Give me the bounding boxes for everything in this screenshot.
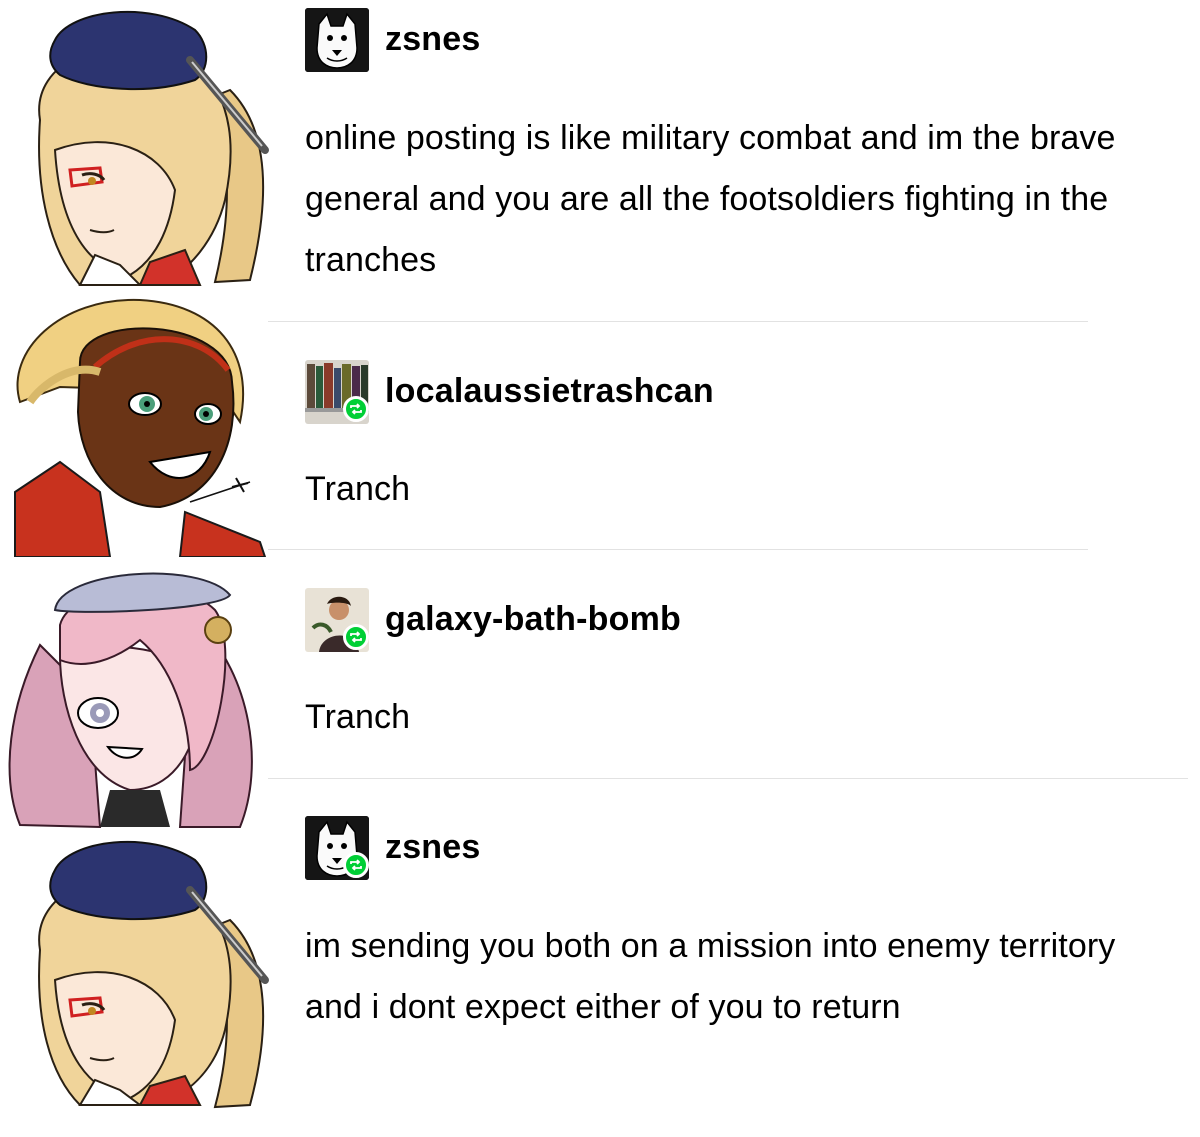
post-divider — [268, 778, 1188, 779]
post-reblog-galaxy-bath-bomb: galaxy-bath-bomb Tranch — [305, 588, 1195, 748]
blonde-general-illustration — [38, 840, 269, 1109]
post-text: im sending you both on a mission into en… — [305, 927, 1116, 1026]
post-reblog-localaussietrashcan: localaussietrashcan Tranch — [305, 360, 1195, 520]
blonde-general-illustration — [38, 10, 269, 286]
cartoon-dog-avatar-icon — [305, 8, 369, 72]
reblog-badge-icon — [343, 396, 369, 422]
reblog-badge-icon — [343, 852, 369, 878]
post-divider — [268, 549, 1088, 550]
post-text: online posting is like military combat a… — [305, 119, 1116, 279]
post-header: localaussietrashcan — [305, 360, 1195, 424]
username[interactable]: zsnes — [385, 20, 481, 59]
reblog-icon — [350, 403, 362, 415]
reblog-icon — [350, 859, 362, 871]
post-header: galaxy-bath-bomb — [305, 588, 1195, 652]
portrait-pink-haired-soldier — [0, 565, 270, 830]
post-text: Tranch — [305, 698, 411, 736]
post-reblog-zsnes-reply: zsnes im sending you both on a mission i… — [305, 816, 1195, 1038]
post-original: zsnes online posting is like military co… — [305, 8, 1195, 291]
dark-skinned-soldier-illustration — [14, 298, 267, 557]
post-divider — [268, 321, 1088, 322]
username[interactable]: zsnes — [385, 828, 481, 867]
avatar-zsnes[interactable] — [305, 8, 369, 72]
portrait-dark-skinned-soldier — [0, 292, 270, 557]
username[interactable]: galaxy-bath-bomb — [385, 600, 681, 639]
reblog-icon — [350, 631, 362, 643]
post-header: zsnes — [305, 816, 1195, 880]
post-header: zsnes — [305, 8, 1195, 72]
pink-haired-soldier-illustration — [8, 572, 253, 829]
portrait-blonde-general-2 — [0, 830, 270, 1110]
portrait-blonde-general-1 — [0, 0, 270, 290]
username[interactable]: localaussietrashcan — [385, 372, 714, 411]
post-text: Tranch — [305, 470, 411, 508]
reblog-badge-icon — [343, 624, 369, 650]
